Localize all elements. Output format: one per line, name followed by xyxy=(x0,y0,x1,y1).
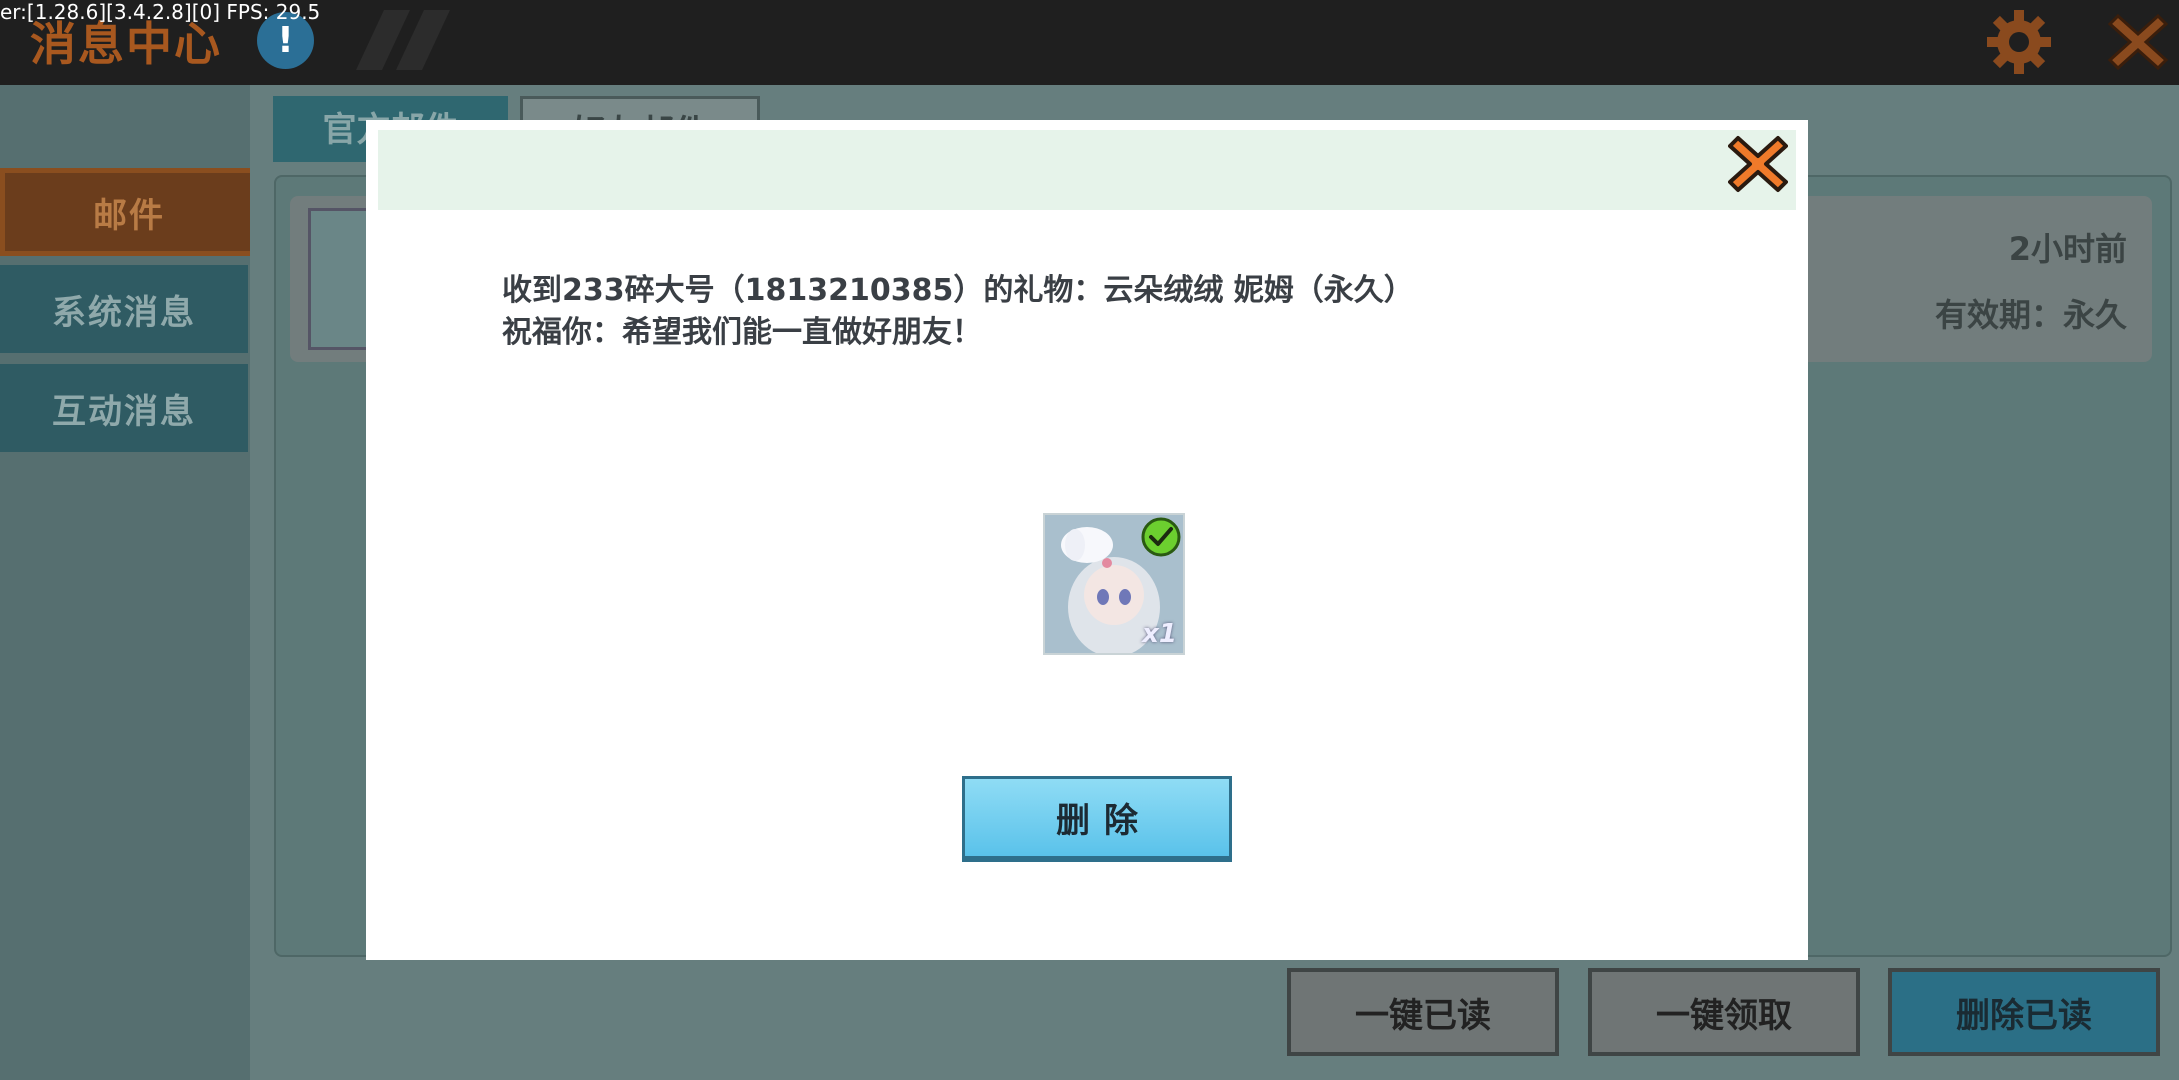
message-line-gift: 收到233碎大号（1813210385）的礼物：云朵绒绒 妮姆（永久） xyxy=(502,273,1414,308)
gift-count: x1 xyxy=(1142,619,1177,649)
check-icon xyxy=(1141,517,1181,557)
gift-item[interactable]: x1 xyxy=(1043,513,1185,655)
delete-button[interactable]: 删除 xyxy=(962,776,1232,862)
dialog-header xyxy=(378,130,1796,210)
close-icon[interactable] xyxy=(1728,134,1788,194)
message-line-blessing: 祝福你：希望我们能一直做好朋友！ xyxy=(502,315,982,350)
message-body: 收到233碎大号（1813210385）的礼物：云朵绒绒 妮姆（永久） 祝福你：… xyxy=(502,270,1414,354)
gift-message-dialog: 收到233碎大号（1813210385）的礼物：云朵绒绒 妮姆（永久） 祝福你：… xyxy=(366,120,1808,960)
